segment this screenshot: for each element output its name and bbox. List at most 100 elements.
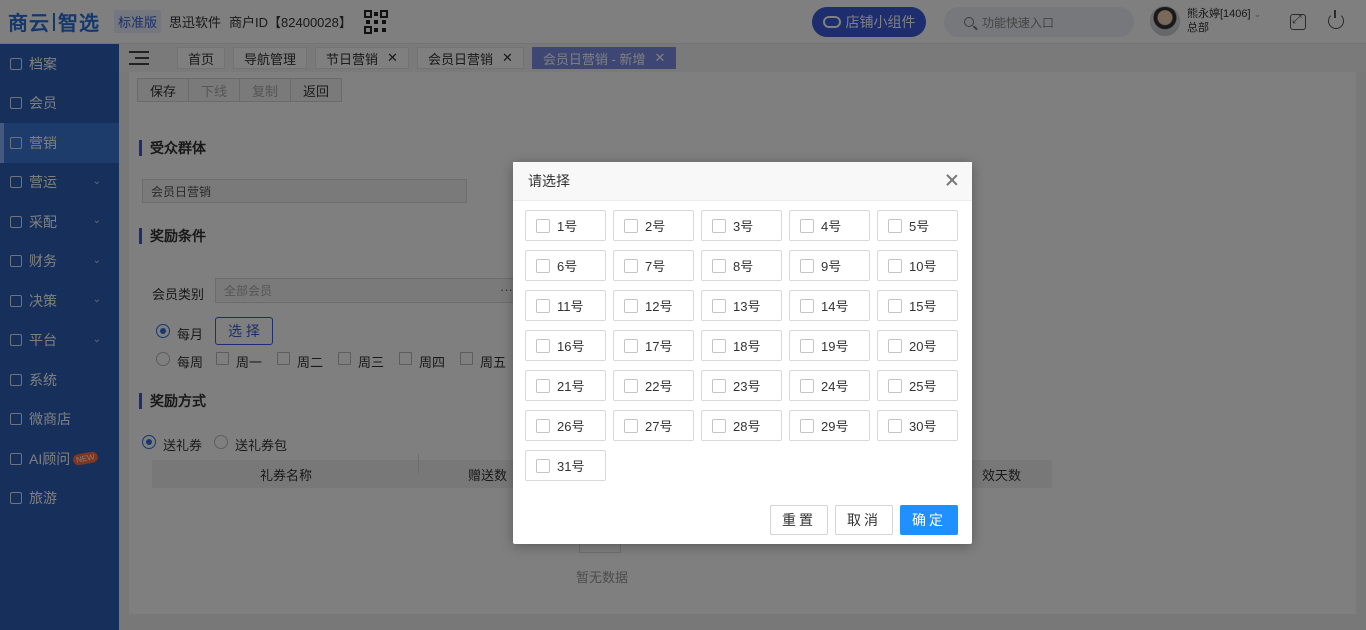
day-label: 8号 [733, 259, 754, 274]
day-checkbox[interactable] [624, 258, 638, 273]
day-option[interactable]: 17号 [613, 330, 694, 361]
day-label: 1号 [557, 219, 578, 234]
day-option[interactable]: 10号 [877, 250, 958, 281]
day-checkbox[interactable] [536, 258, 550, 273]
day-label: 31号 [557, 459, 585, 474]
day-label: 16号 [557, 339, 585, 354]
day-option[interactable]: 26号 [525, 410, 606, 441]
day-label: 4号 [821, 219, 842, 234]
day-label: 24号 [821, 379, 849, 394]
day-label: 21号 [557, 379, 585, 394]
day-label: 7号 [645, 259, 666, 274]
day-label: 5号 [909, 219, 930, 234]
day-option[interactable]: 24号 [789, 370, 870, 401]
cancel-button[interactable]: 取消 [835, 505, 893, 535]
day-checkbox[interactable] [800, 418, 814, 433]
day-checkbox[interactable] [888, 378, 902, 393]
dialog-title: 请选择 [528, 173, 570, 189]
day-checkbox[interactable] [888, 218, 902, 233]
day-checkbox[interactable] [624, 218, 638, 233]
day-checkbox[interactable] [536, 298, 550, 313]
day-option[interactable]: 23号 [701, 370, 782, 401]
day-option[interactable]: 11号 [525, 290, 606, 321]
day-option[interactable]: 8号 [701, 250, 782, 281]
day-checkbox[interactable] [624, 298, 638, 313]
day-checkbox[interactable] [888, 338, 902, 353]
day-checkbox[interactable] [800, 298, 814, 313]
day-label: 18号 [733, 339, 761, 354]
day-label: 29号 [821, 419, 849, 434]
day-label: 27号 [645, 419, 673, 434]
day-option[interactable]: 21号 [525, 370, 606, 401]
day-label: 9号 [821, 259, 842, 274]
day-checkbox[interactable] [712, 378, 726, 393]
day-label: 17号 [645, 339, 673, 354]
day-option[interactable]: 14号 [789, 290, 870, 321]
day-checkbox[interactable] [624, 378, 638, 393]
reset-button[interactable]: 重置 [770, 505, 828, 535]
day-label: 20号 [909, 339, 937, 354]
day-checkbox[interactable] [536, 378, 550, 393]
close-icon[interactable] [944, 172, 960, 188]
day-checkbox[interactable] [536, 338, 550, 353]
day-label: 10号 [909, 259, 937, 274]
day-checkbox[interactable] [712, 338, 726, 353]
day-option[interactable]: 31号 [525, 450, 606, 481]
day-option[interactable]: 1号 [525, 210, 606, 241]
day-label: 30号 [909, 419, 937, 434]
day-checkbox[interactable] [624, 418, 638, 433]
day-grid: 1号 2号 3号 4号 5号 6号 7号 8号 9号 10号 11号 12号 13号 14号 15号 16号 1… [525, 210, 965, 481]
day-option[interactable]: 7号 [613, 250, 694, 281]
day-option[interactable]: 22号 [613, 370, 694, 401]
day-option[interactable]: 3号 [701, 210, 782, 241]
day-label: 23号 [733, 379, 761, 394]
day-checkbox[interactable] [888, 258, 902, 273]
day-label: 22号 [645, 379, 673, 394]
day-option[interactable]: 16号 [525, 330, 606, 361]
dialog-header: 请选择 [513, 162, 972, 201]
day-checkbox[interactable] [800, 338, 814, 353]
day-checkbox[interactable] [712, 258, 726, 273]
day-option[interactable]: 30号 [877, 410, 958, 441]
day-option[interactable]: 25号 [877, 370, 958, 401]
day-checkbox[interactable] [800, 218, 814, 233]
day-option[interactable]: 18号 [701, 330, 782, 361]
day-select-dialog: 请选择 1号 2号 3号 4号 5号 6号 7号 8号 9号 10号 11号 12号 13号 14号 15号… [513, 162, 972, 544]
day-checkbox[interactable] [712, 298, 726, 313]
day-label: 14号 [821, 299, 849, 314]
day-label: 19号 [821, 339, 849, 354]
day-option[interactable]: 29号 [789, 410, 870, 441]
day-option[interactable]: 27号 [613, 410, 694, 441]
day-label: 11号 [557, 299, 584, 314]
day-option[interactable]: 13号 [701, 290, 782, 321]
day-label: 28号 [733, 419, 761, 434]
day-option[interactable]: 28号 [701, 410, 782, 441]
day-checkbox[interactable] [712, 218, 726, 233]
day-checkbox[interactable] [624, 338, 638, 353]
day-label: 12号 [645, 299, 673, 314]
day-checkbox[interactable] [712, 418, 726, 433]
day-checkbox[interactable] [888, 298, 902, 313]
day-label: 15号 [909, 299, 937, 314]
day-label: 13号 [733, 299, 761, 314]
day-label: 25号 [909, 379, 937, 394]
day-label: 6号 [557, 259, 578, 274]
day-checkbox[interactable] [800, 378, 814, 393]
day-option[interactable]: 5号 [877, 210, 958, 241]
day-option[interactable]: 15号 [877, 290, 958, 321]
day-option[interactable]: 2号 [613, 210, 694, 241]
day-checkbox[interactable] [800, 258, 814, 273]
day-checkbox[interactable] [536, 418, 550, 433]
day-option[interactable]: 4号 [789, 210, 870, 241]
day-label: 2号 [645, 219, 666, 234]
day-option[interactable]: 12号 [613, 290, 694, 321]
day-option[interactable]: 9号 [789, 250, 870, 281]
day-checkbox[interactable] [536, 458, 550, 473]
day-checkbox[interactable] [888, 418, 902, 433]
day-option[interactable]: 6号 [525, 250, 606, 281]
day-option[interactable]: 19号 [789, 330, 870, 361]
day-label: 3号 [733, 219, 754, 234]
confirm-button[interactable]: 确定 [900, 505, 958, 535]
day-checkbox[interactable] [536, 218, 550, 233]
day-option[interactable]: 20号 [877, 330, 958, 361]
